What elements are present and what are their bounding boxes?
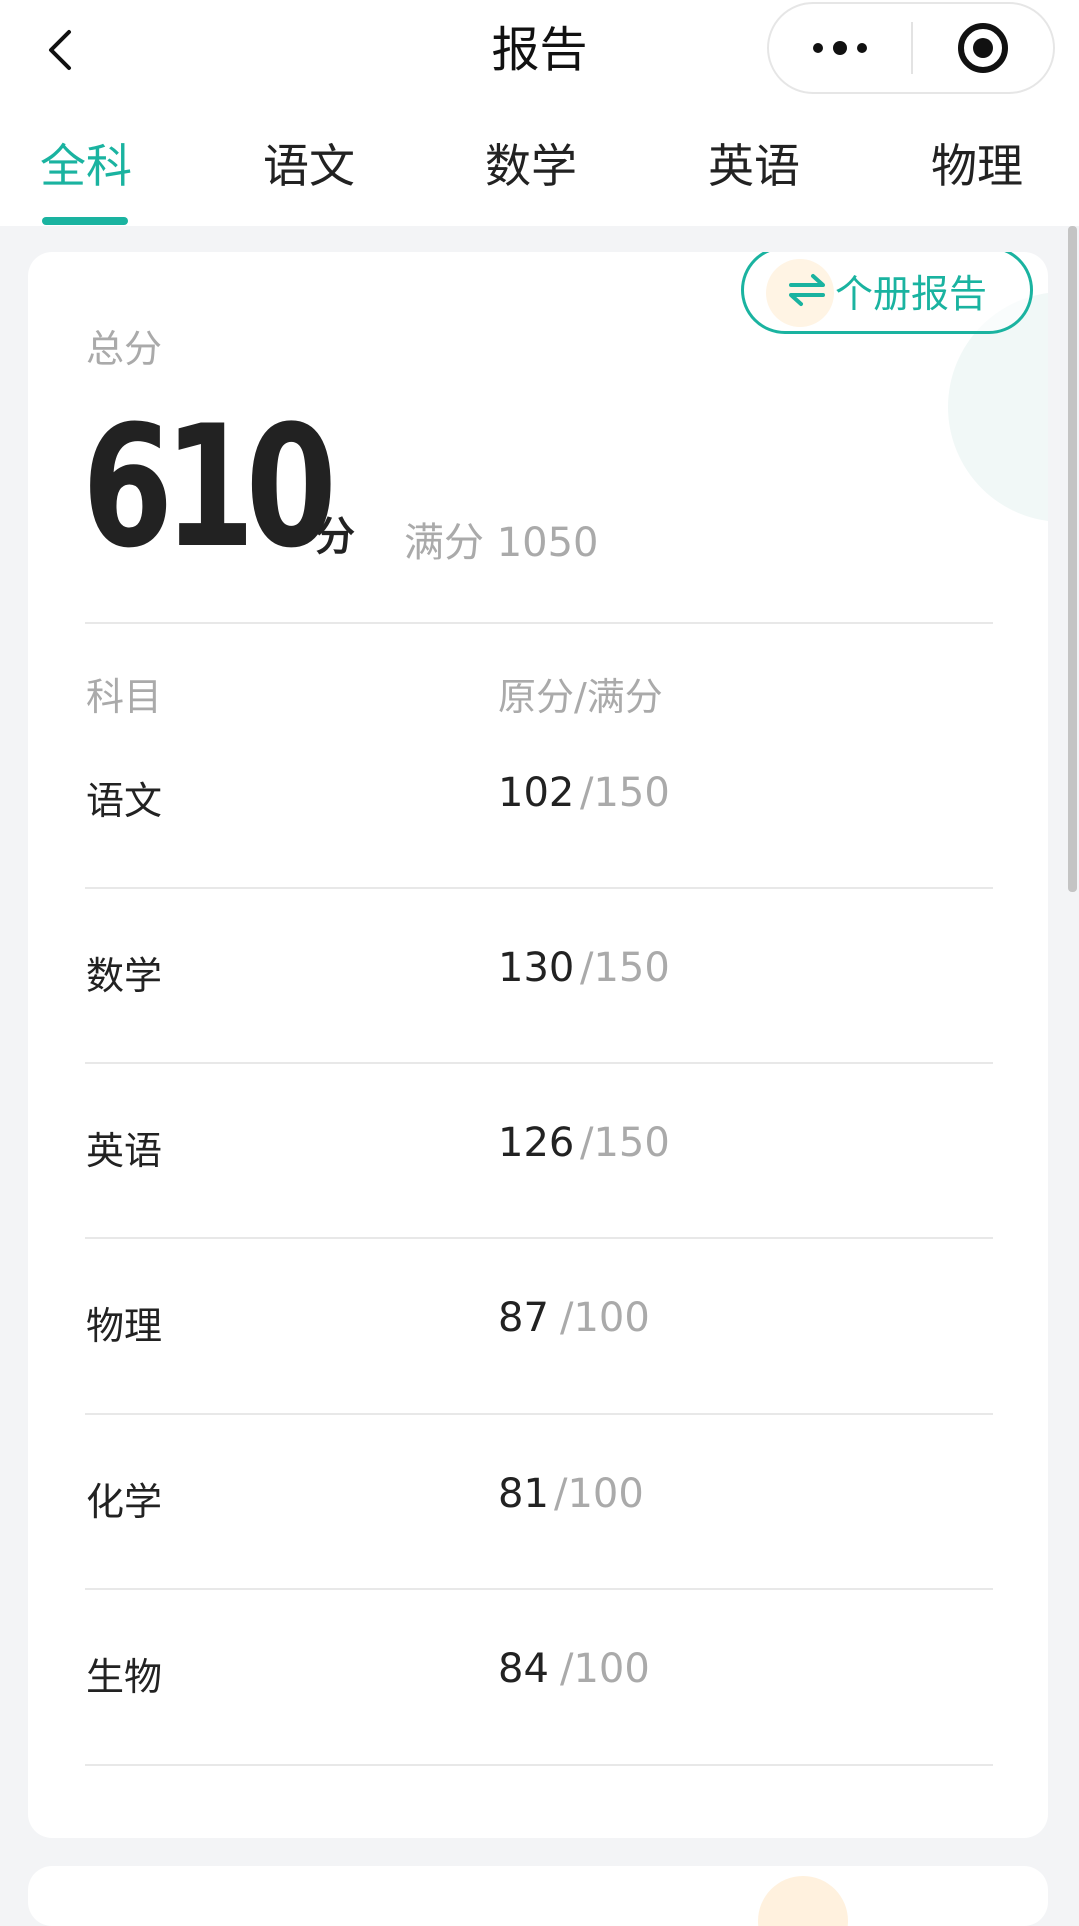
back-button[interactable]: [30, 14, 90, 86]
active-tab-indicator: [42, 217, 128, 225]
subject-tabs: 全科 语文 数学 英语 物理: [0, 100, 1079, 226]
row-divider: [85, 1062, 993, 1064]
row-full-score: /150: [580, 1120, 670, 1166]
row-full-score: /150: [580, 770, 670, 816]
individual-report-label: 个册报告: [834, 271, 987, 316]
row-divider: [85, 1413, 993, 1415]
close-button[interactable]: [913, 4, 1053, 92]
record-target-icon: [958, 23, 1008, 73]
row-full-score: /100: [560, 1646, 650, 1692]
row-subject: 化学: [86, 1480, 163, 1524]
tab-physics[interactable]: 物理: [931, 140, 1023, 192]
row-score: 102: [498, 770, 575, 816]
tab-all[interactable]: 全科: [40, 140, 132, 192]
score-card: 个册报告 总分 610 分 满分 1050 科目 原分/满分 语文 102 /1…: [28, 252, 1048, 1838]
row-divider: [85, 887, 993, 889]
swap-arrows-icon: [788, 274, 825, 306]
row-score: 126: [498, 1120, 575, 1166]
total-score-unit: 分: [315, 514, 355, 560]
column-header-subject: 科目: [86, 675, 163, 719]
row-score: 130: [498, 945, 575, 991]
row-subject: 英语: [86, 1129, 163, 1173]
row-full-score: /150: [580, 945, 670, 991]
row-subject: 语文: [86, 779, 163, 823]
total-score-label: 总分: [86, 327, 163, 371]
row-score: 87: [498, 1295, 549, 1341]
column-header-score: 原分/满分: [498, 675, 663, 719]
row-divider: [85, 1764, 993, 1766]
row-subject: 数学: [86, 954, 163, 998]
tab-chinese[interactable]: 语文: [263, 140, 355, 192]
full-score-label: 满分 1050: [404, 520, 599, 566]
individual-report-button[interactable]: 个册报告: [741, 252, 1033, 334]
row-divider: [85, 1237, 993, 1239]
back-chevron-icon: [49, 30, 71, 70]
row-full-score: /100: [560, 1295, 650, 1341]
top-bar: 报告: [0, 0, 1079, 100]
row-full-score: /100: [554, 1471, 644, 1517]
row-divider: [85, 1588, 993, 1590]
card-decoration: [758, 1876, 848, 1926]
tab-math[interactable]: 数学: [485, 140, 577, 192]
summary-divider: [85, 622, 993, 624]
row-score: 84: [498, 1646, 549, 1692]
tab-english[interactable]: 英语: [708, 140, 800, 192]
more-dots-icon: [813, 41, 867, 55]
row-subject: 生物: [86, 1655, 163, 1699]
next-card: [28, 1866, 1048, 1926]
scrollbar[interactable]: [1068, 226, 1077, 892]
row-score: 81: [498, 1471, 549, 1517]
more-button[interactable]: [769, 4, 911, 92]
mini-program-capsule: [767, 2, 1055, 94]
total-score-value: 610: [82, 389, 337, 585]
row-subject: 物理: [86, 1304, 163, 1348]
